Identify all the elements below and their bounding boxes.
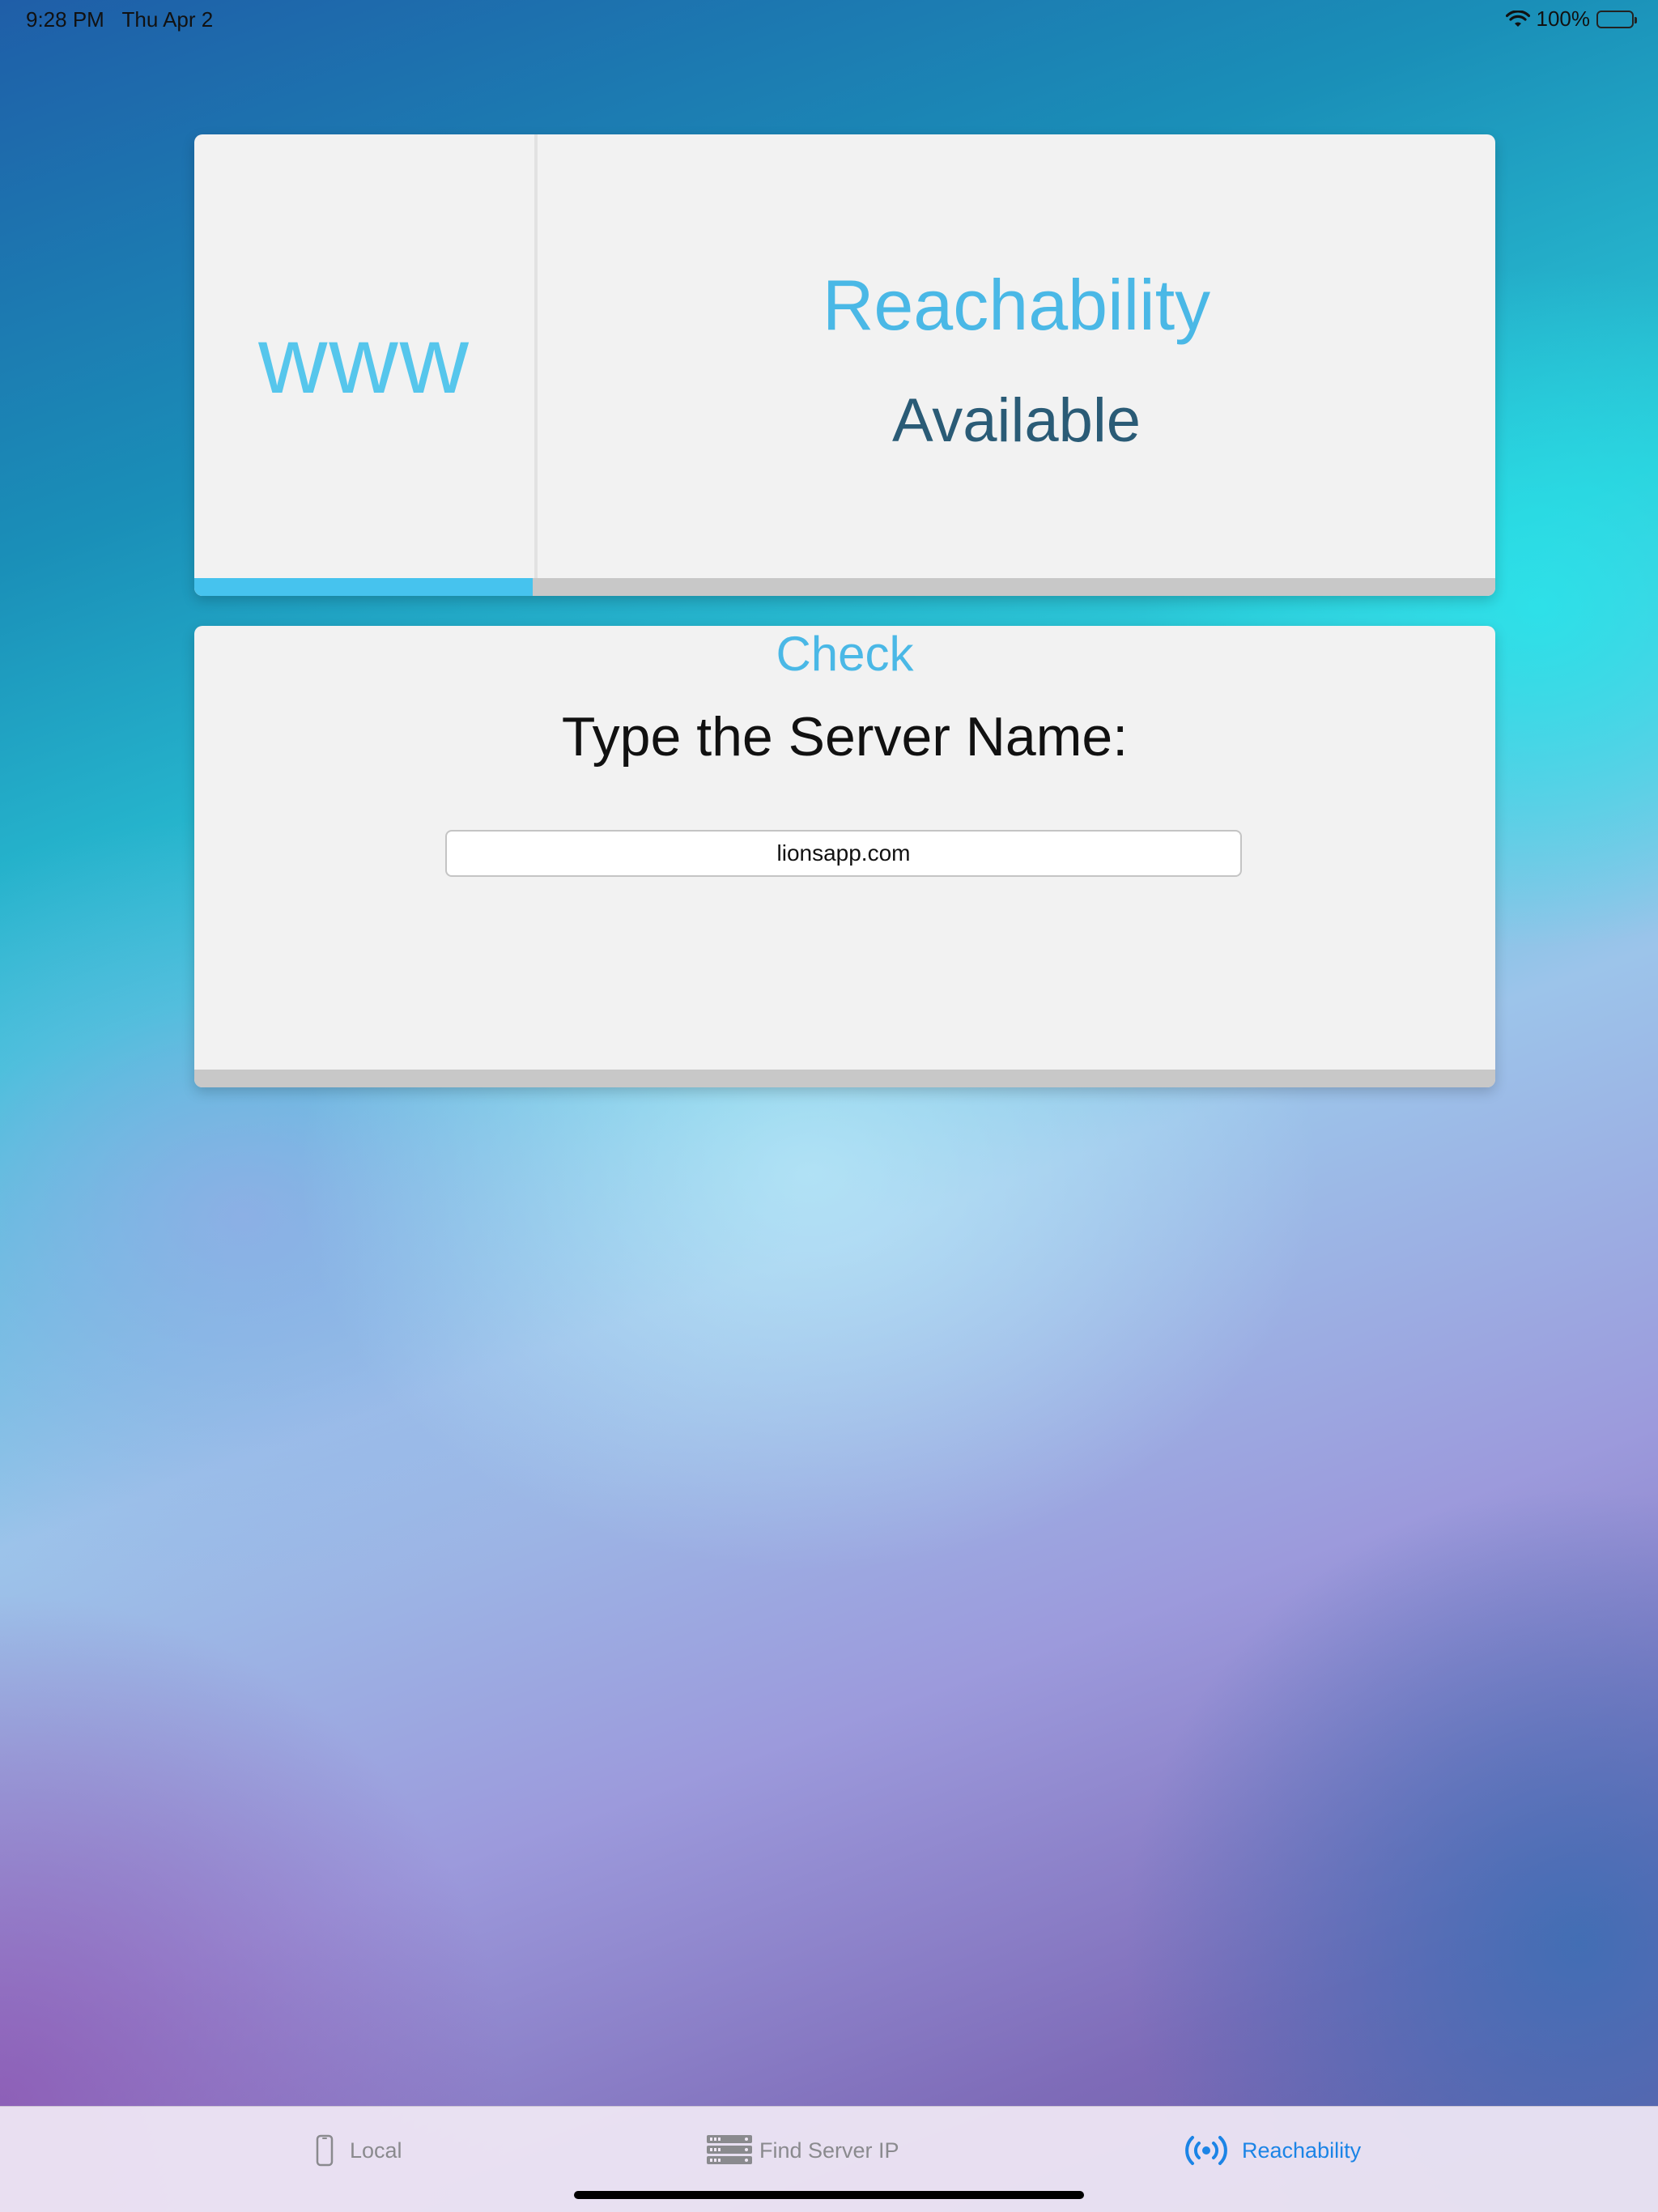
tab-find-server-ip-label: Find Server IP <box>759 2138 899 2163</box>
progress-bar <box>194 578 1495 596</box>
status-right: 100% <box>1505 6 1637 32</box>
broadcast-icon <box>1184 2134 1229 2167</box>
tab-bar: Local Find Server IP Reachability <box>0 2106 1658 2212</box>
reachability-title: Reachability <box>822 265 1211 345</box>
tab-reachability-label: Reachability <box>1242 2138 1362 2163</box>
tab-reachability[interactable]: Reachability <box>1184 2134 1361 2167</box>
tab-local-label: Local <box>350 2138 402 2163</box>
battery-percent: 100% <box>1536 6 1591 31</box>
phone-icon <box>316 2134 334 2167</box>
status-panel: Reachability Available <box>538 134 1495 578</box>
tab-find-server-ip[interactable]: Find Server IP <box>706 2134 899 2167</box>
home-indicator[interactable] <box>574 2191 1084 2199</box>
progress-fill <box>194 578 533 596</box>
battery-icon <box>1596 10 1637 28</box>
tab-local[interactable]: Local <box>316 2134 402 2167</box>
reachability-card: www Reachability Available <box>194 134 1495 596</box>
server-prompt: Type the Server Name: <box>561 706 1129 768</box>
wifi-icon <box>1505 10 1530 28</box>
status-time: 9:28 PM Thu Apr 2 <box>26 7 213 32</box>
card-bottom-bar <box>194 1070 1495 1087</box>
status-bar: 9:28 PM Thu Apr 2 100% <box>0 0 1658 39</box>
check-button[interactable]: Check <box>194 626 1495 682</box>
status-time-text: 9:28 PM <box>26 7 104 32</box>
reachability-status: Available <box>891 386 1141 455</box>
www-panel: www <box>194 134 538 578</box>
status-date-text: Thu Apr 2 <box>121 7 214 32</box>
server-card: Type the Server Name: Check <box>194 626 1495 1087</box>
server-name-input[interactable] <box>445 830 1242 877</box>
server-icon <box>706 2134 753 2167</box>
www-logo: www <box>258 307 470 414</box>
